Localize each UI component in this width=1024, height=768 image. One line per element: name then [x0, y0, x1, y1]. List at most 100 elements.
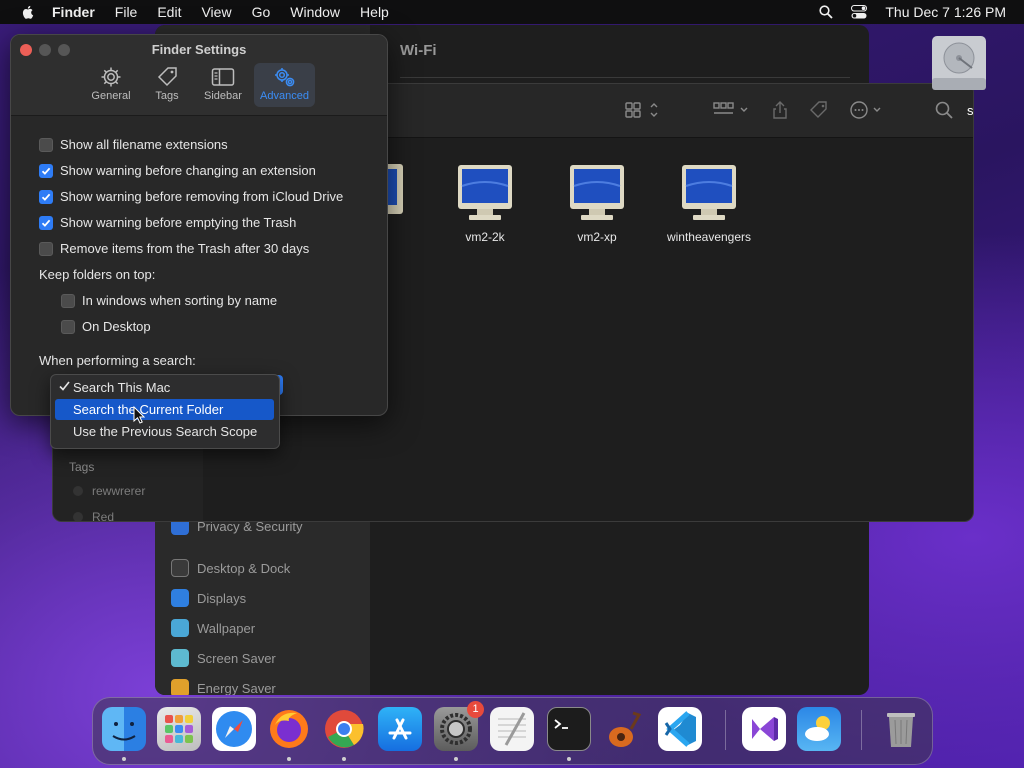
apple-logo-icon[interactable] — [20, 4, 36, 20]
chrome-icon[interactable] — [322, 707, 366, 751]
sidebar-item-wallpaper[interactable]: Wallpaper — [171, 619, 255, 637]
option-folders-top-windows[interactable]: In windows when sorting by name — [61, 293, 277, 308]
menu-help[interactable]: Help — [360, 4, 389, 20]
more-actions-icon[interactable] — [849, 100, 885, 120]
checkmark-icon — [41, 193, 51, 201]
menu-view[interactable]: View — [201, 4, 231, 20]
running-indicator — [454, 757, 458, 761]
sidebar-item-label: Energy Saver — [197, 680, 276, 696]
checkmark-icon — [41, 167, 51, 175]
vm-monitor-icon — [570, 165, 624, 220]
option-label: Remove items from the Trash after 30 day… — [60, 241, 310, 256]
popup-item-previous-scope[interactable]: Use the Previous Search Scope — [55, 421, 274, 442]
running-indicator — [567, 757, 571, 761]
spotlight-search-icon[interactable] — [819, 5, 834, 19]
option-label: Show all filename extensions — [60, 137, 228, 152]
tab-sidebar[interactable]: Sidebar — [195, 63, 251, 107]
search-icon[interactable] — [935, 100, 953, 120]
menu-window[interactable]: Window — [290, 4, 340, 20]
search-scope-label: When performing a search: — [39, 353, 196, 368]
dialog-header: Finder Settings General Tags Sidebar Adv… — [11, 35, 387, 116]
vm-monitor-icon — [682, 165, 736, 220]
sidebar-item-displays[interactable]: Displays — [171, 589, 246, 607]
firefox-icon[interactable] — [267, 707, 311, 751]
vscode-icon[interactable] — [658, 707, 702, 751]
checkbox[interactable] — [61, 293, 75, 308]
popup-item-search-this-mac[interactable]: Search This Mac — [55, 377, 274, 398]
menu-clock[interactable]: Thu Dec 7 1:26 PM — [885, 4, 1006, 20]
option-remove-trash-30-days[interactable]: Remove items from the Trash after 30 day… — [39, 241, 309, 256]
garageband-icon[interactable] — [603, 707, 647, 751]
finder-settings-dialog: Finder Settings General Tags Sidebar Adv… — [10, 34, 388, 416]
checkbox[interactable] — [39, 137, 53, 152]
textedit-icon[interactable] — [490, 707, 534, 751]
checkbox[interactable] — [61, 319, 75, 334]
option-warn-change-extension[interactable]: Show warning before changing an extensio… — [39, 163, 316, 178]
menu-finder[interactable]: Finder — [52, 4, 95, 20]
finder-icon[interactable] — [102, 707, 146, 751]
sidebar-item-label: Screen Saver — [197, 650, 276, 666]
tab-label: Tags — [155, 90, 179, 102]
control-center-icon[interactable] — [851, 5, 868, 19]
hard-disk-icon[interactable] — [928, 34, 990, 94]
menu-bar: Finder File Edit View Go Window Help Thu… — [0, 0, 1024, 24]
app-store-icon[interactable] — [378, 707, 422, 751]
running-indicator — [287, 757, 291, 761]
option-folders-top-desktop[interactable]: On Desktop — [61, 319, 151, 334]
checkbox[interactable] — [39, 189, 53, 204]
tag-icon[interactable] — [809, 100, 829, 120]
sidebar-item-energy-saver[interactable]: Energy Saver — [171, 679, 276, 695]
safari-icon[interactable] — [212, 707, 256, 751]
checkbox[interactable] — [39, 215, 53, 230]
system-settings-icon[interactable]: 1 — [434, 701, 484, 751]
file-name: vm2-xp — [577, 230, 617, 244]
option-show-extensions[interactable]: Show all filename extensions — [39, 137, 228, 152]
mouse-pointer-icon — [133, 406, 145, 424]
option-label: In windows when sorting by name — [82, 293, 278, 308]
share-icon[interactable] — [771, 100, 789, 120]
sidebar-item-desktop-dock[interactable]: Desktop & Dock — [171, 559, 290, 577]
visual-studio-icon[interactable] — [742, 707, 786, 751]
tag-icon — [157, 67, 177, 87]
dock-separator — [861, 710, 862, 750]
popup-item-search-current-folder[interactable]: Search the Current Folder — [55, 399, 274, 420]
sidebar-tag[interactable]: rewwrerer — [73, 484, 145, 498]
file-item[interactable]: vm2-xp — [542, 164, 652, 244]
weather-icon[interactable] — [797, 707, 841, 751]
file-item[interactable]: vm2-2k — [430, 164, 540, 244]
file-item[interactable]: wintheavengers — [654, 164, 764, 244]
option-label: Show warning before changing an extensio… — [60, 163, 316, 178]
sidebar-tag[interactable]: Red — [73, 510, 115, 522]
battery-icon — [171, 679, 189, 695]
checkbox[interactable] — [39, 241, 53, 256]
menu-edit[interactable]: Edit — [157, 4, 181, 20]
flower-icon — [171, 619, 189, 637]
menu-go[interactable]: Go — [252, 4, 271, 20]
gear-icon — [101, 67, 121, 87]
launchpad-icon[interactable] — [157, 707, 201, 751]
dock-icon — [171, 559, 189, 577]
checkbox[interactable] — [39, 163, 53, 178]
checkmark-icon — [59, 381, 70, 391]
tag-label: Red — [92, 510, 115, 522]
option-warn-empty-trash[interactable]: Show warning before emptying the Trash — [39, 215, 296, 230]
vm-monitor-icon — [458, 165, 512, 220]
tab-label: Sidebar — [204, 90, 242, 102]
terminal-icon[interactable] — [547, 707, 591, 751]
sidebar-item-label: Wallpaper — [197, 620, 256, 636]
divider — [400, 77, 850, 78]
sidebar-item-screen-saver[interactable]: Screen Saver — [171, 649, 276, 667]
screen-saver-icon — [171, 649, 189, 667]
search-scope-popup: Search This Mac Search the Current Folde… — [50, 374, 280, 449]
notification-badge: 1 — [467, 701, 484, 718]
icon-view-icon[interactable] — [625, 100, 659, 120]
tab-tags[interactable]: Tags — [139, 63, 195, 107]
menu-file[interactable]: File — [115, 4, 138, 20]
group-by-icon[interactable] — [713, 100, 751, 120]
sidebar-item-label: Displays — [197, 590, 247, 606]
option-warn-icloud[interactable]: Show warning before removing from iCloud… — [39, 189, 343, 204]
tab-advanced[interactable]: Advanced — [254, 63, 315, 107]
tab-general[interactable]: General — [83, 63, 139, 107]
trash-icon[interactable] — [879, 707, 923, 751]
dialog-title: Finder Settings — [151, 42, 247, 57]
